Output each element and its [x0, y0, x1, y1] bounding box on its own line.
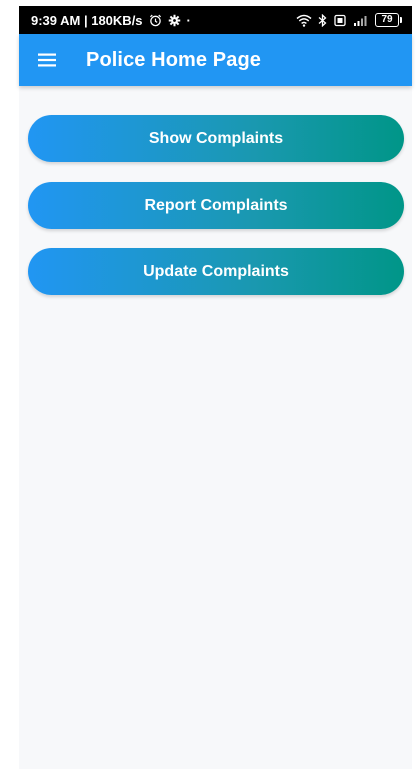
cell-signal-icon [353, 14, 369, 27]
app-bar: Police Home Page [19, 34, 412, 86]
battery-icon: 79 [375, 13, 402, 27]
report-complaints-button[interactable]: Report Complaints [28, 182, 404, 229]
hamburger-menu-icon[interactable] [35, 48, 59, 72]
main-content: Show Complaints Report Complaints Update… [19, 86, 412, 769]
vibrate-icon [333, 14, 347, 27]
status-right: 79 [296, 13, 402, 27]
status-dot: · [186, 12, 191, 28]
wifi-icon [296, 14, 312, 27]
show-complaints-button[interactable]: Show Complaints [28, 115, 404, 162]
status-left: 9:39 AM | 180KB/s · [31, 13, 191, 28]
gear-icon [168, 14, 181, 27]
status-time: 9:39 AM | 180KB/s [31, 12, 143, 28]
status-bar: 9:39 AM | 180KB/s · 79 [19, 6, 412, 34]
battery-tip [400, 17, 402, 23]
update-complaints-button[interactable]: Update Complaints [28, 248, 404, 295]
bluetooth-icon [318, 13, 327, 27]
page-title: Police Home Page [86, 48, 261, 71]
alarm-clock-icon [149, 14, 162, 27]
screen: 9:39 AM | 180KB/s · 79 Police Home Page … [0, 0, 418, 769]
battery-level: 79 [375, 13, 399, 27]
